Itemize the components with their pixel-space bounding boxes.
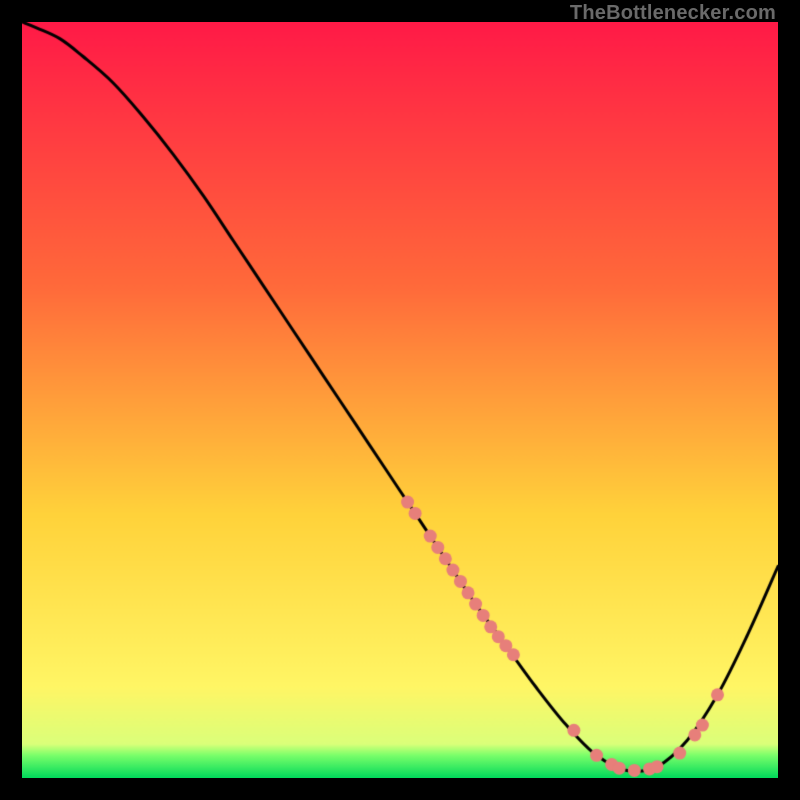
chart-frame	[22, 22, 778, 778]
attribution-text: TheBottlenecker.com	[570, 2, 776, 25]
bottleneck-curve	[22, 22, 778, 778]
